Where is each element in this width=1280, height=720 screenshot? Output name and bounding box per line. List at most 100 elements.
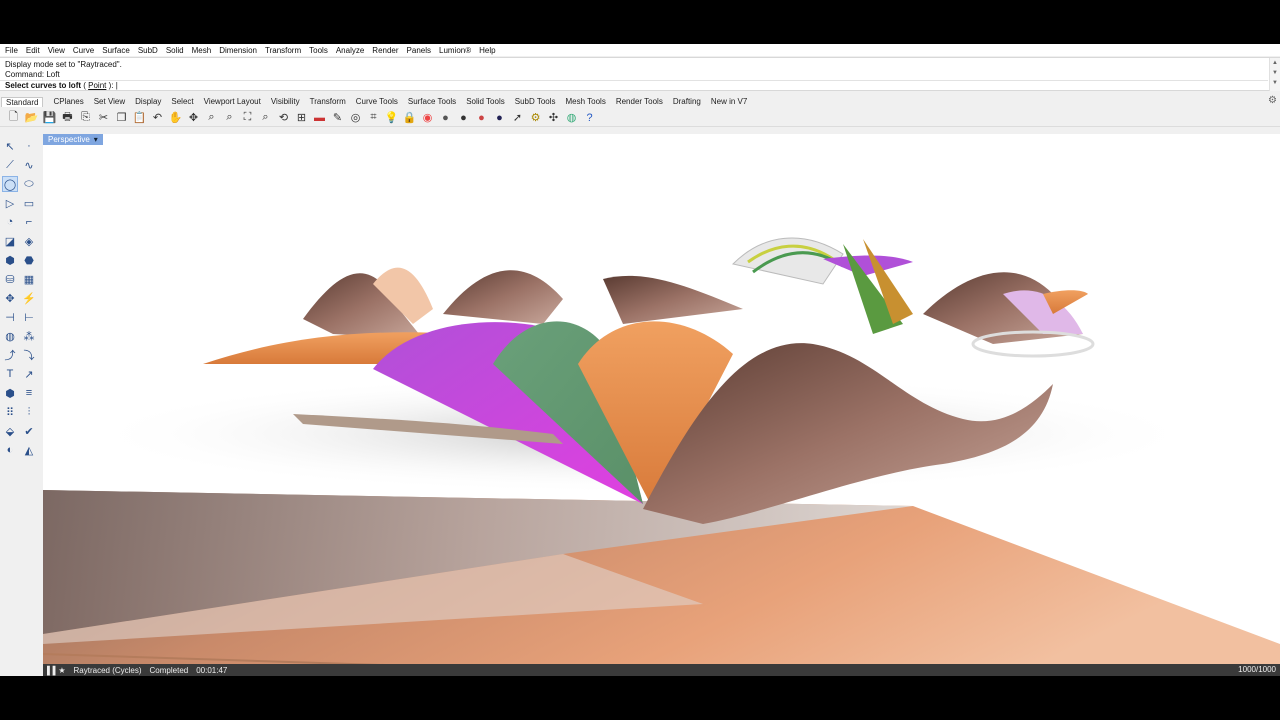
car-icon[interactable]: ▬: [312, 110, 327, 125]
move-object-icon[interactable]: ✥: [2, 290, 18, 306]
menu-tools[interactable]: Tools: [309, 46, 328, 55]
split-icon[interactable]: ⊣: [2, 309, 18, 325]
command-prompt-input[interactable]: Select curves to loft ( Point ): |: [0, 80, 1268, 91]
group-icon[interactable]: ⁂: [21, 328, 37, 344]
menu-lumion[interactable]: Lumion®: [439, 46, 471, 55]
menu-subd[interactable]: SubD: [138, 46, 158, 55]
menu-curve[interactable]: Curve: [73, 46, 94, 55]
zoom-selected-icon[interactable]: ⌕: [258, 110, 273, 125]
fillet-curve-icon[interactable]: ⌐: [21, 214, 37, 230]
tab-visibility[interactable]: Visibility: [271, 97, 300, 106]
menu-edit[interactable]: Edit: [26, 46, 40, 55]
zoom-icon[interactable]: ⌕: [204, 110, 219, 125]
polygon-icon[interactable]: ▷: [2, 195, 18, 211]
tab-drafting[interactable]: Drafting: [673, 97, 701, 106]
menu-transform[interactable]: Transform: [265, 46, 301, 55]
tab-surface-tools[interactable]: Surface Tools: [408, 97, 456, 106]
render-sphere-blue-icon[interactable]: ●: [492, 110, 507, 125]
scroll-up-icon[interactable]: ▲: [1270, 58, 1280, 68]
box-icon[interactable]: ⬢: [2, 252, 18, 268]
tab-render-tools[interactable]: Render Tools: [616, 97, 663, 106]
scroll-down-icon[interactable]: ▼: [1270, 78, 1280, 88]
tabs-settings-gear-icon[interactable]: ⚙: [1268, 95, 1277, 106]
print-icon[interactable]: 🖶: [60, 110, 75, 125]
four-views-icon[interactable]: ⊞: [294, 110, 309, 125]
menu-surface[interactable]: Surface: [102, 46, 130, 55]
tab-curve-tools[interactable]: Curve Tools: [356, 97, 398, 106]
grid-icon[interactable]: ⌗: [366, 110, 381, 125]
import-icon[interactable]: ⎘: [78, 110, 93, 125]
boolean-icon[interactable]: ⬣: [21, 252, 37, 268]
circle-icon[interactable]: ◯: [2, 176, 18, 192]
rotate-view-icon[interactable]: ✥: [186, 110, 201, 125]
tab-transform[interactable]: Transform: [310, 97, 346, 106]
cplane-icon[interactable]: ◎: [348, 110, 363, 125]
tab-subd-tools[interactable]: SubD Tools: [515, 97, 556, 106]
loft-icon[interactable]: ◈: [21, 233, 37, 249]
tab-display[interactable]: Display: [135, 97, 161, 106]
array-icon[interactable]: ⠿: [2, 404, 18, 420]
tab-solid-tools[interactable]: Solid Tools: [466, 97, 505, 106]
fill-icon[interactable]: ◍: [2, 328, 18, 344]
zoom-extents-icon[interactable]: ⛶: [240, 110, 255, 125]
select-arrow-icon[interactable]: ↖: [2, 138, 18, 154]
analyze-icon[interactable]: ⬙: [2, 423, 18, 439]
cut-icon[interactable]: ✂: [96, 110, 111, 125]
globe-icon[interactable]: ◍: [564, 110, 579, 125]
layer-icon[interactable]: ≡: [21, 385, 37, 401]
menu-solid[interactable]: Solid: [166, 46, 184, 55]
menu-render[interactable]: Render: [372, 46, 398, 55]
viewport-title-tab[interactable]: Perspective ▾: [43, 134, 103, 145]
paste-icon[interactable]: 📋: [132, 110, 147, 125]
copy-icon[interactable]: ❐: [114, 110, 129, 125]
render-object-icon[interactable]: ◐: [2, 442, 18, 458]
curve-icon[interactable]: ∿: [21, 157, 37, 173]
cursor-options-icon[interactable]: ➚: [510, 110, 525, 125]
properties-icon[interactable]: ⫶: [21, 404, 37, 420]
tab-viewport-layout[interactable]: Viewport Layout: [204, 97, 261, 106]
material-icon[interactable]: ◭: [21, 442, 37, 458]
gear-settings-icon[interactable]: ⚙: [528, 110, 543, 125]
scroll-mid-icon[interactable]: ▼: [1270, 68, 1280, 78]
scale-icon[interactable]: ⚡: [21, 290, 37, 306]
menu-file[interactable]: File: [5, 46, 18, 55]
command-scrollbar[interactable]: ▲ ▼ ▼: [1269, 58, 1280, 91]
pan-icon[interactable]: ✋: [168, 110, 183, 125]
menu-view[interactable]: View: [48, 46, 65, 55]
tab-standard[interactable]: Standard: [1, 96, 44, 107]
arc-icon[interactable]: ◔: [2, 214, 18, 230]
menu-help[interactable]: Help: [479, 46, 495, 55]
cylinder-icon[interactable]: ⛁: [2, 271, 18, 287]
render-sphere-icon[interactable]: ●: [438, 110, 453, 125]
tab-set-view[interactable]: Set View: [94, 97, 125, 106]
menu-dimension[interactable]: Dimension: [219, 46, 257, 55]
tab-new-in-v7[interactable]: New in V7: [711, 97, 747, 106]
lock-icon[interactable]: 🔒: [402, 110, 417, 125]
rebuild-icon[interactable]: ⤴: [2, 347, 18, 363]
polyline-icon[interactable]: ⟋: [2, 157, 18, 173]
material-sphere-icon[interactable]: ●: [474, 110, 489, 125]
join-icon[interactable]: ⊢: [21, 309, 37, 325]
rectangle-icon[interactable]: ▭: [21, 195, 37, 211]
mesh-icon[interactable]: ▦: [21, 271, 37, 287]
command-option-point[interactable]: Point: [88, 81, 106, 90]
tab-cplanes[interactable]: CPlanes: [53, 97, 83, 106]
render-sphere-dark-icon[interactable]: ●: [456, 110, 471, 125]
undo-icon[interactable]: ↶: [150, 110, 165, 125]
paint-icon[interactable]: ✎: [330, 110, 345, 125]
move-icon[interactable]: ✣: [546, 110, 561, 125]
help-icon[interactable]: ?: [582, 110, 597, 125]
menu-panels[interactable]: Panels: [407, 46, 431, 55]
ellipse-icon[interactable]: ⬭: [21, 176, 37, 192]
color-wheel-icon[interactable]: ◉: [420, 110, 435, 125]
menu-analyze[interactable]: Analyze: [336, 46, 364, 55]
tab-mesh-tools[interactable]: Mesh Tools: [566, 97, 606, 106]
open-file-icon[interactable]: 📂: [24, 110, 39, 125]
dimension-icon[interactable]: ↗: [21, 366, 37, 382]
perspective-viewport[interactable]: Perspective ▾: [43, 134, 1280, 676]
save-icon[interactable]: 💾: [42, 110, 57, 125]
undo-view-icon[interactable]: ⟲: [276, 110, 291, 125]
tab-select[interactable]: Select: [171, 97, 193, 106]
viewport-menu-chevron-icon[interactable]: ▾: [94, 135, 98, 144]
surface-corner-icon[interactable]: ◪: [2, 233, 18, 249]
